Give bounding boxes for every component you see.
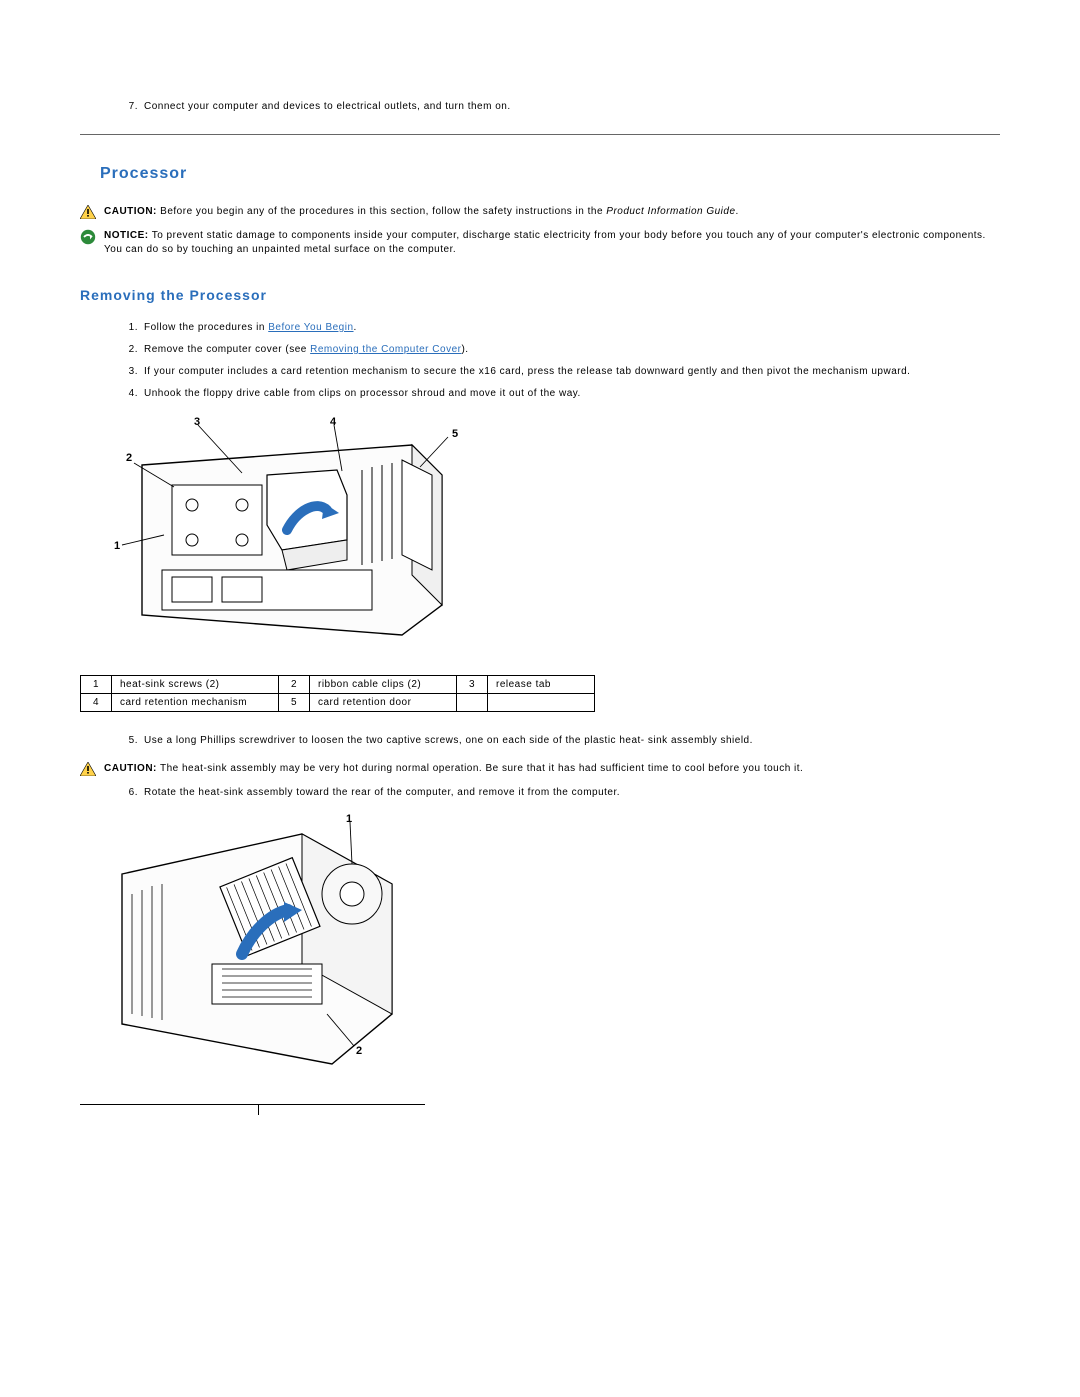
step-list: 1. Follow the procedures in Before You B… xyxy=(120,321,1000,401)
step-number: 1. xyxy=(120,321,138,335)
legend-num: 2 xyxy=(279,676,310,694)
legend-num: 4 xyxy=(81,694,112,712)
callout-2: 2 xyxy=(356,1045,363,1057)
caution-text: CAUTION: Before you begin any of the pro… xyxy=(104,205,1000,219)
callout-5: 5 xyxy=(452,428,459,440)
caution-icon xyxy=(80,205,96,219)
caution-text: CAUTION: The heat-sink assembly may be v… xyxy=(104,762,1000,776)
step-number: 4. xyxy=(120,387,138,401)
legend-num: 3 xyxy=(457,676,488,694)
figure-legend-table-partial xyxy=(80,1104,425,1105)
legend-text: card retention mechanism xyxy=(112,694,279,712)
step-list-pre: 7. Connect your computer and devices to … xyxy=(120,100,1000,114)
step-number: 7. xyxy=(120,100,138,114)
caution-alert: CAUTION: Before you begin any of the pro… xyxy=(80,205,1000,219)
legend-text: heat-sink screws (2) xyxy=(112,676,279,694)
link-before-you-begin[interactable]: Before You Begin xyxy=(268,322,353,333)
callout-1: 1 xyxy=(346,814,353,825)
caution-alert: CAUTION: The heat-sink assembly may be v… xyxy=(80,762,1000,776)
step-item: 5. Use a long Phillips screwdriver to lo… xyxy=(120,734,1000,748)
step-text: Rotate the heat-sink assembly toward the… xyxy=(144,786,1000,800)
step-text: Unhook the floppy drive cable from clips… xyxy=(144,387,1000,401)
step-text: Remove the computer cover (see Removing … xyxy=(144,343,1000,357)
subsection-heading: Removing the Processor xyxy=(80,287,1000,303)
step-item: 7. Connect your computer and devices to … xyxy=(120,100,1000,114)
step-list: 5. Use a long Phillips screwdriver to lo… xyxy=(120,734,1000,748)
caution-icon xyxy=(80,762,96,776)
step-list: 6. Rotate the heat-sink assembly toward … xyxy=(120,786,1000,800)
step-text: Use a long Phillips screwdriver to loose… xyxy=(144,734,1000,748)
document-page: 7. Connect your computer and devices to … xyxy=(0,0,1080,1165)
legend-num: 1 xyxy=(81,676,112,694)
table-row: 1 heat-sink screws (2) 2 ribbon cable cl… xyxy=(81,676,595,694)
step-item: 4. Unhook the floppy drive cable from cl… xyxy=(120,387,1000,401)
step-item: 2. Remove the computer cover (see Removi… xyxy=(120,343,1000,357)
section-heading: Processor xyxy=(100,165,1000,183)
link-removing-cover[interactable]: Removing the Computer Cover xyxy=(310,344,461,355)
step-text: If your computer includes a card retenti… xyxy=(144,365,1000,379)
table-row: 4 card retention mechanism 5 card retent… xyxy=(81,694,595,712)
section-divider xyxy=(80,134,1000,135)
legend-text: release tab xyxy=(488,676,595,694)
legend-text xyxy=(488,694,595,712)
step-item: 3. If your computer includes a card rete… xyxy=(120,365,1000,379)
step-item: 1. Follow the procedures in Before You B… xyxy=(120,321,1000,335)
notice-text: NOTICE: To prevent static damage to comp… xyxy=(104,229,1000,257)
callout-4: 4 xyxy=(330,416,337,428)
notice-alert: NOTICE: To prevent static damage to comp… xyxy=(80,229,1000,257)
legend-text: card retention door xyxy=(310,694,457,712)
callout-3: 3 xyxy=(194,416,201,428)
step-item: 6. Rotate the heat-sink assembly toward … xyxy=(120,786,1000,800)
step-number: 6. xyxy=(120,786,138,800)
legend-num: 5 xyxy=(279,694,310,712)
figure-processor-shroud: 1 2 3 4 5 xyxy=(102,415,1000,645)
step-text: Connect your computer and devices to ele… xyxy=(144,100,1000,114)
step-number: 3. xyxy=(120,365,138,379)
figure-heatsink-rotate: 1 2 xyxy=(102,814,1000,1074)
figure-legend-table: 1 heat-sink screws (2) 2 ribbon cable cl… xyxy=(80,675,595,712)
legend-text: ribbon cable clips (2) xyxy=(310,676,457,694)
step-text: Follow the procedures in Before You Begi… xyxy=(144,321,1000,335)
step-number: 2. xyxy=(120,343,138,357)
callout-2: 2 xyxy=(126,452,133,464)
notice-icon xyxy=(80,229,96,245)
step-number: 5. xyxy=(120,734,138,748)
callout-1: 1 xyxy=(114,540,121,552)
legend-num xyxy=(457,694,488,712)
